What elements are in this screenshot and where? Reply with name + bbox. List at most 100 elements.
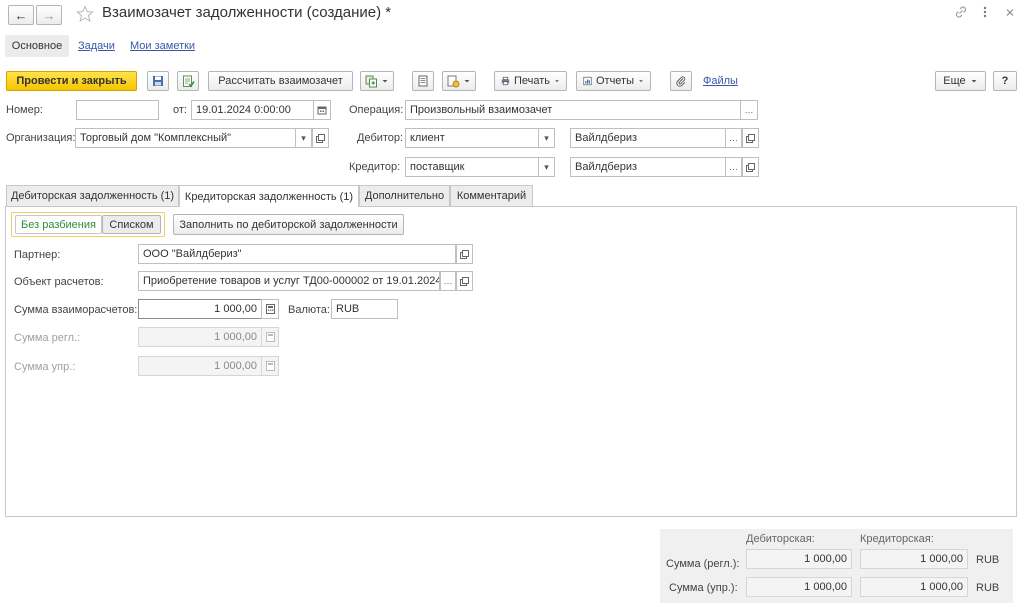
close-icon[interactable] [1004,5,1016,19]
section-tab-main-label: Основное [11,40,63,52]
open-form-icon [316,133,325,143]
operation-label: Операция: [349,104,404,116]
help-button[interactable]: ? [993,71,1017,91]
back-arrow-icon: ← [14,7,28,23]
report-icon [583,76,592,86]
open-form-icon [746,162,755,172]
sum-reg-label: Сумма регл.: [14,332,81,344]
partner-label: Партнер: [14,249,61,261]
debtor-label: Дебитор: [357,132,404,144]
partner-open-button[interactable] [456,244,473,264]
currency-label: Валюта: [288,304,330,316]
totals-reg-credit: 1 000,00 [860,549,968,569]
tab-additional[interactable]: Дополнительно [359,185,450,206]
organization-dropdown[interactable]: ▾ [295,128,312,148]
creditor-select-button[interactable]: … [725,157,742,177]
print-label: Печать [513,75,551,87]
totals-debit-header: Дебиторская: [746,533,815,545]
open-form-icon [746,133,755,143]
currency-input[interactable]: RUB [331,299,398,319]
forward-button[interactable]: → [36,5,62,25]
settlement-object-open-button[interactable] [456,271,473,291]
forward-arrow-icon: → [42,7,56,23]
totals-upr-debit: 1 000,00 [746,577,852,597]
paperclip-icon [676,76,686,87]
settlement-sum-input[interactable]: 1 000,00 [138,299,262,319]
sum-calculator-button[interactable] [261,299,279,319]
fill-from-debit-button[interactable]: Заполнить по дебиторской задолженности [173,214,404,235]
attach-button[interactable] [670,71,692,91]
calendar-icon [317,106,327,115]
post-and-close-button[interactable]: Провести и закрыть [6,71,137,91]
calculator-icon [265,304,275,314]
settlement-object-select-button[interactable]: … [440,271,456,291]
post-button[interactable] [177,71,199,91]
totals-upr-credit: 1 000,00 [860,577,968,597]
chevron-down-icon [555,80,559,83]
date-input[interactable]: 19.01.2024 0:00:00 [191,100,314,120]
related-docs-button[interactable] [442,71,476,91]
creditor-type-input[interactable]: поставщик [405,157,539,177]
favorite-star-icon[interactable] [76,5,94,23]
operation-select-button[interactable]: … [740,100,758,120]
post-document-icon [182,75,195,87]
settlement-object-input[interactable]: Приобретение товаров и услуг ТД00-000002… [138,271,440,291]
settlement-object-label: Объект расчетов: [14,276,104,288]
creditor-type-dropdown[interactable]: ▾ [538,157,555,177]
organization-open-button[interactable] [312,128,329,148]
related-documents-icon [447,75,460,87]
tab-debit-debt[interactable]: Дебиторская задолженность (1) [6,185,179,206]
open-form-icon [460,276,469,286]
creditor-input[interactable]: Вайлдбериз [570,157,726,177]
more-button[interactable]: Еще [935,71,986,91]
printer-icon [501,76,510,86]
settlement-sum-label: Сумма взаиморасчетов: [14,304,138,316]
calculate-offset-button[interactable]: Рассчитать взаимозачет [208,71,353,91]
more-label: Еще [943,75,966,87]
debtor-open-button[interactable] [742,128,759,148]
mode-list-button[interactable]: Списком [102,215,161,234]
files-link[interactable]: Файлы [703,75,738,87]
link-icon[interactable] [954,5,968,19]
section-tab-tasks[interactable]: Задачи [78,40,115,52]
structure-button[interactable] [412,71,434,91]
partner-input[interactable]: ООО "Вайлдбериз" [138,244,456,264]
chevron-down-icon [464,80,470,83]
tab-comment[interactable]: Комментарий [450,185,533,206]
print-button[interactable]: Печать [494,71,567,91]
totals-upr-label: Сумма (упр.): [669,582,738,594]
number-input[interactable] [76,100,159,120]
totals-upr-currency: RUB [976,582,1000,594]
chevron-down-icon [971,80,977,83]
chevron-down-icon [639,80,643,83]
debtor-type-dropdown[interactable]: ▾ [538,128,555,148]
chevron-down-icon [382,80,388,83]
section-tab-notes[interactable]: Мои заметки [130,40,195,52]
more-menu-icon[interactable] [980,5,990,19]
tab-credit-debt[interactable]: Кредиторская задолженность (1) [179,185,359,207]
document-list-icon [418,75,428,87]
operation-input[interactable]: Произвольный взаимозачет [405,100,741,120]
section-tab-main[interactable]: Основное [5,35,69,57]
debtor-input[interactable]: Вайлдбериз [570,128,726,148]
organization-label: Организация: [6,132,76,144]
sum-upr-input: 1 000,00 [138,356,262,376]
back-button[interactable]: ← [8,5,34,25]
save-button[interactable] [147,71,169,91]
sum-reg-calculator-icon [261,327,279,347]
date-label: от: [173,104,187,116]
calendar-button[interactable] [313,100,331,120]
debtor-type-input[interactable]: клиент [405,128,539,148]
reports-button[interactable]: Отчеты [576,71,651,91]
creditor-open-button[interactable] [742,157,759,177]
debtor-select-button[interactable]: … [725,128,742,148]
mode-no-split-button[interactable]: Без разбиения [15,215,102,234]
totals-credit-header: Кредиторская: [860,533,934,545]
create-based-icon [365,75,377,87]
organization-input[interactable]: Торговый дом "Комплексный" [75,128,296,148]
reports-label: Отчеты [595,75,635,87]
create-based-on-button[interactable] [360,71,394,91]
open-form-icon [460,249,469,259]
sum-upr-calculator-icon [261,356,279,376]
totals-reg-debit: 1 000,00 [746,549,852,569]
